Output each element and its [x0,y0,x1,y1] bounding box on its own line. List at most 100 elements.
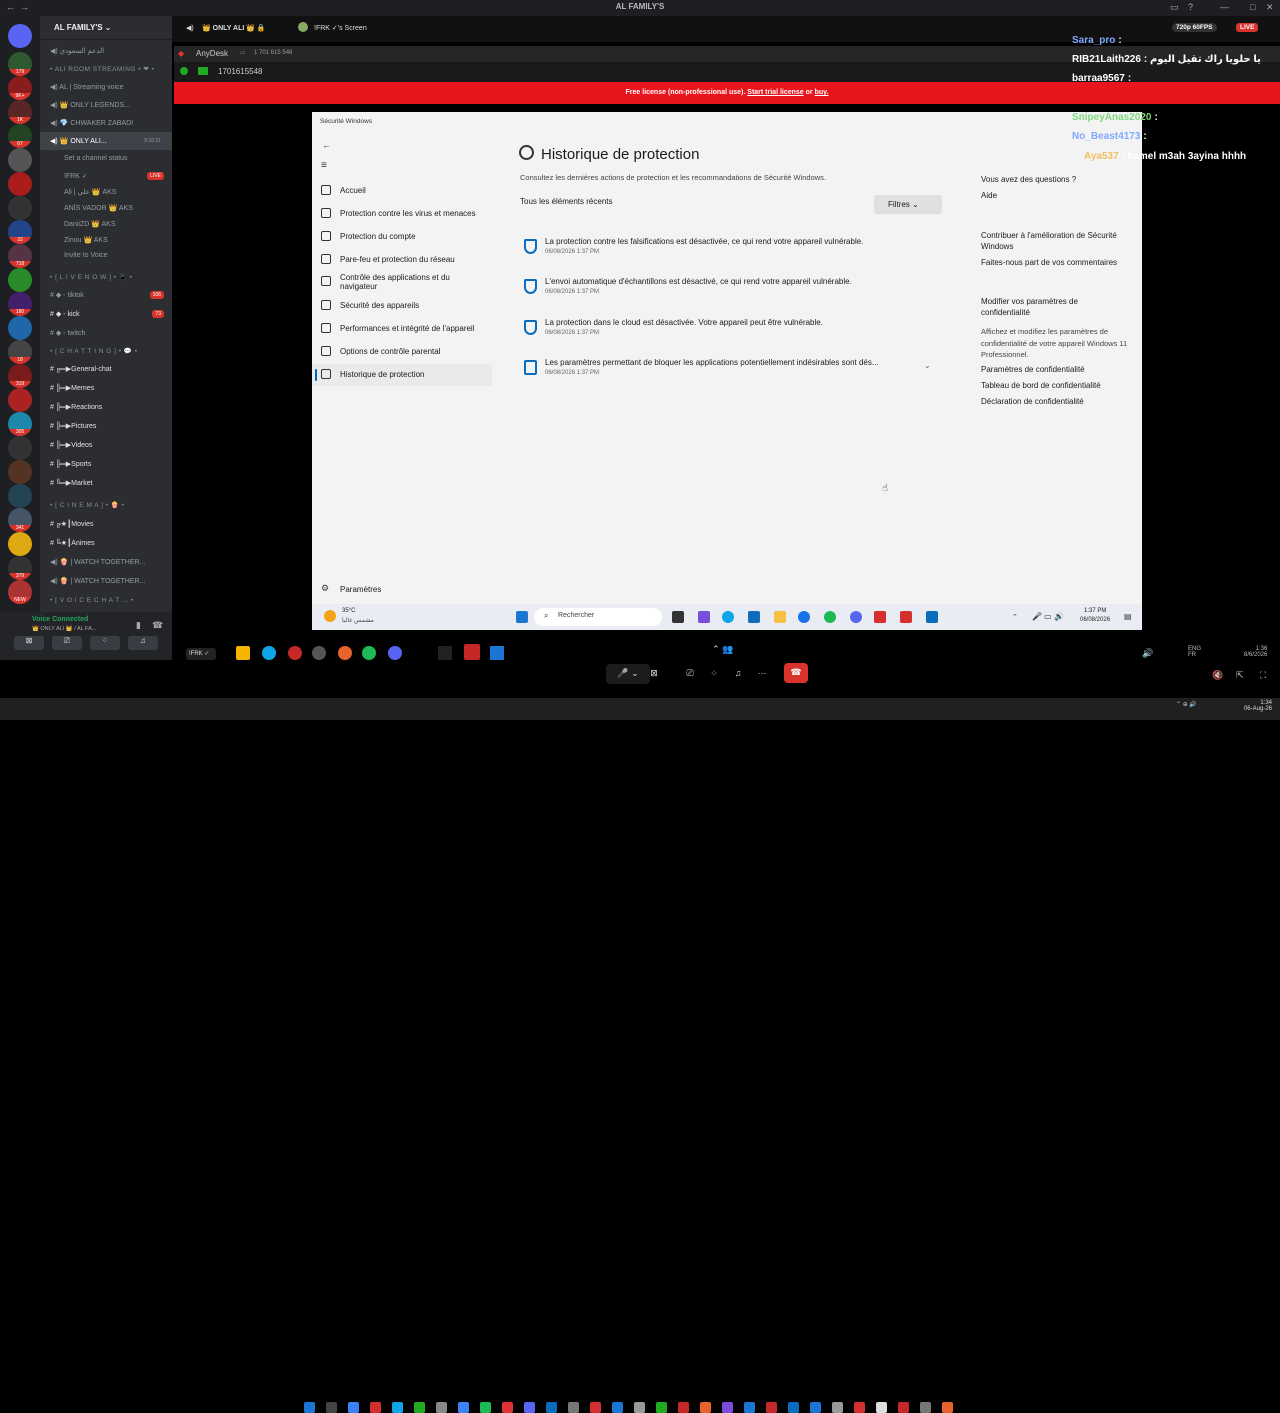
channel-item[interactable]: # ╠═▶Sports [40,455,172,473]
signal-icon[interactable]: ▮ [136,620,141,631]
channel-category[interactable]: • [ C H A T T I N G ] • 💬 • [40,342,172,360]
nav-item-5[interactable]: Sécurité des appareils [312,295,492,317]
server-icon[interactable]: 379 [8,556,32,580]
host-taskbar-app-icon[interactable] [414,1402,425,1413]
nav-item-0[interactable]: Accueil [312,180,492,202]
server-icon[interactable] [8,148,32,172]
server-icon[interactable] [8,316,32,340]
tray-icons[interactable]: 🎤 ▭ 🔊 [1032,612,1064,621]
server-icon[interactable]: 22 [8,220,32,244]
feedback-link[interactable]: Faites-nous part de vos commentaires [981,258,1117,267]
security-shield-icon[interactable] [926,611,938,623]
monitor-icon[interactable] [198,67,208,75]
activities-button[interactable]: ⁘ [704,664,724,684]
inbox-icon[interactable]: ▭ [1170,2,1179,13]
leave-call-button[interactable]: ☎ [784,663,808,683]
server-icon[interactable]: 67 [8,124,32,148]
server-icon[interactable]: NEW [8,580,32,604]
server-icon[interactable] [8,388,32,412]
discord-icon[interactable] [850,611,862,623]
host-taskbar-app-icon[interactable] [920,1402,931,1413]
nav-item-1[interactable]: Protection contre les virus et menaces [312,203,492,225]
host-tray[interactable]: ⌃ ⊕ 🔊 [1176,701,1197,708]
history-entry[interactable]: La protection dans le cloud est désactiv… [520,315,942,351]
host-taskbar-app-icon[interactable] [436,1402,447,1413]
channel-item[interactable]: ◀) 👑 ONLY ALI... 5:16:21 [40,132,172,150]
channel-subitem[interactable]: Invite to Voice [40,247,172,265]
channel-category[interactable]: • ALI ROOM STREAMING • ❤ • [40,60,172,78]
app-icon[interactable] [438,646,452,660]
expand-chevron-icon[interactable]: ⌄ [924,361,931,370]
filters-button[interactable]: Filtres ⌄ [874,195,942,214]
host-taskbar-app-icon[interactable] [480,1402,491,1413]
history-entry[interactable]: Les paramètres permettant de bloquer les… [520,355,942,391]
server-icon[interactable] [8,436,32,460]
spotify-icon[interactable] [362,646,376,660]
server-icon[interactable]: 179 [8,52,32,76]
channel-item[interactable]: # ◆ - twitch [40,324,172,342]
soundboard-button[interactable]: ♫ [128,636,158,650]
channel-item[interactable]: # ╚═▶Market [40,474,172,492]
host-taskbar-app-icon[interactable] [766,1402,777,1413]
nav-item-6[interactable]: Performances et intégrité de l'appareil [312,318,492,340]
host-taskbar-app-icon[interactable] [678,1402,689,1413]
server-icon[interactable] [8,532,32,556]
server-icon[interactable] [8,196,32,220]
app-icon[interactable] [490,646,504,660]
privacy-settings-link[interactable]: Paramètres de confidentialité [981,365,1085,374]
channel-item[interactable]: ◀) AL | Streaming voice [40,78,172,96]
host-taskbar-app-icon[interactable] [326,1402,337,1413]
channel-item[interactable]: # ◆ - tiktok 106 [40,286,172,304]
nav-item-4[interactable]: Contrôle des applications et du navigate… [312,271,477,297]
history-entry[interactable]: La protection contre les falsifications … [520,234,942,270]
anydesk-icon[interactable] [464,644,480,660]
maximize-icon[interactable]: □ [1250,2,1255,12]
host-taskbar-app-icon[interactable] [370,1402,381,1413]
channel-item[interactable]: ◀) 🍿 | WATCH TOGETHER... [40,572,172,590]
server-icon[interactable]: 341 [8,508,32,532]
hamburger-menu-icon[interactable]: ≡ [321,160,327,171]
channel-item[interactable]: # ╚★┃Animes [40,534,172,552]
host-taskbar-app-icon[interactable] [700,1402,711,1413]
server-icon[interactable] [8,172,32,196]
channel-item[interactable]: # ╠═▶Videos [40,436,172,454]
host-taskbar-app-icon[interactable] [612,1402,623,1413]
host-taskbar-app-icon[interactable] [348,1402,359,1413]
server-icon[interactable] [8,484,32,508]
start-trial-link[interactable]: Start trial license [747,89,803,96]
steam-icon[interactable] [312,646,326,660]
chrome-icon[interactable] [798,611,810,623]
server-icon[interactable]: 305 [8,412,32,436]
camera-button[interactable]: ⊠ [14,636,44,650]
store-icon[interactable] [748,611,760,623]
file-explorer-icon[interactable] [774,611,786,623]
edge-icon[interactable] [722,611,734,623]
channel-category[interactable]: • [ V O I C E C H A T ... • [40,592,172,610]
host-taskbar-app-icon[interactable] [722,1402,733,1413]
taskbar-search[interactable]: Rechercher [534,608,662,626]
channel-item[interactable]: ◀) 🍿 | WATCH TOGETHER... [40,553,172,571]
help-link[interactable]: Aide [981,191,997,200]
server-icon[interactable]: 319 [8,364,32,388]
viewers-icon[interactable]: ⌃ 👥 [712,644,733,655]
host-taskbar-app-icon[interactable] [546,1402,557,1413]
widgets-icon[interactable] [698,611,710,623]
privacy-statement-link[interactable]: Déclaration de confidentialité [981,397,1084,406]
app-icon[interactable] [900,611,912,623]
buy-link[interactable]: buy. [815,89,829,96]
host-taskbar-app-icon[interactable] [656,1402,667,1413]
tray-chevron-icon[interactable]: ⌃ [1012,613,1018,621]
spotify-icon[interactable] [824,611,836,623]
settings-gear-icon[interactable]: ⚙ [321,583,329,594]
voice-channel[interactable]: 👑 ONLY ALI 👑 / AL FA... [32,626,96,632]
folder-icon[interactable] [236,646,250,660]
host-taskbar-app-icon[interactable] [590,1402,601,1413]
screen-share-button[interactable]: ⎚ [52,636,82,650]
host-taskbar-app-icon[interactable] [304,1402,315,1413]
server-name[interactable]: AL FAMILY'S ⌄ [40,16,172,40]
channel-item[interactable]: # ╠═▶Pictures [40,417,172,435]
nav-item-7[interactable]: Options de contrôle parental [312,341,492,363]
mute-stream-icon[interactable]: 🔇 [1212,670,1223,681]
channel-item[interactable]: ◀) 💎 CHWAKER ZABADI [40,114,172,132]
channel-item[interactable]: # ╔★┃Movies [40,515,172,533]
